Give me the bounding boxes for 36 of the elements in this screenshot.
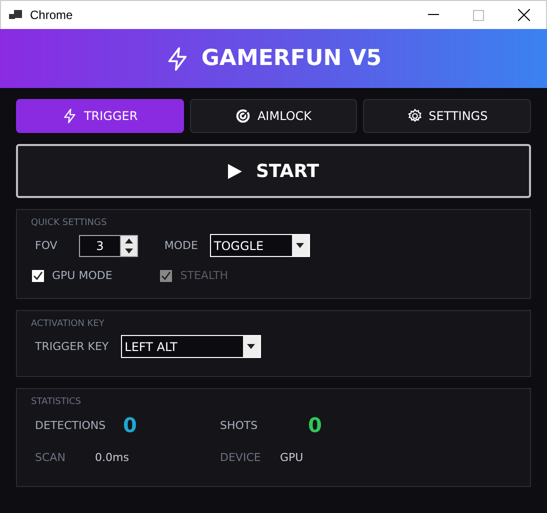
dropdown[interactable]: TOGGLE — [210, 234, 310, 257]
checkmark-icon — [161, 270, 172, 280]
checkmark-icon — [33, 270, 43, 280]
stat-label: DEVICE — [220, 451, 262, 464]
app-icon — [9, 9, 22, 21]
number-field[interactable]: 3 — [79, 234, 138, 256]
start-button[interactable]: START — [16, 144, 531, 198]
panel-title: STATISTICS — [31, 397, 82, 407]
stat-value: 0 — [123, 413, 137, 437]
stat-label: DETECTIONS — [35, 418, 107, 432]
caret-icon[interactable] — [296, 243, 304, 248]
tab[interactable]: TRIGGER — [16, 99, 184, 133]
dropdown[interactable]: LEFT ALT — [120, 335, 261, 358]
settings-icon — [406, 108, 423, 124]
tab[interactable]: AIMLOCK — [190, 99, 358, 133]
field-label: TRIGGER KEY — [35, 340, 109, 353]
lightning-icon — [62, 108, 78, 124]
stat-value: 0.0ms — [95, 451, 129, 464]
down-arrow-icon[interactable] — [124, 246, 133, 256]
stat-value: 0 — [308, 413, 322, 437]
stat-label: SCAN — [35, 451, 66, 464]
window-title: Chrome — [30, 8, 73, 22]
field-label: MODE — [164, 239, 198, 252]
panel-title: QUICK SETTINGS — [31, 218, 108, 228]
field-label: FOV — [35, 239, 58, 252]
stat-value: GPU — [280, 451, 304, 464]
panel-title: ACTIVATION KEY — [31, 319, 106, 329]
close-icon[interactable] — [518, 9, 530, 21]
target-icon — [235, 108, 252, 124]
app-title: GAMERFUN V5 — [201, 46, 382, 71]
caret-icon[interactable] — [247, 344, 256, 349]
play-icon — [228, 164, 242, 178]
minimize-icon[interactable] — [428, 14, 439, 16]
tab[interactable]: SETTINGS — [363, 99, 532, 133]
checkbox[interactable]: GPU MODE — [32, 269, 112, 282]
stat-label: SHOTS — [220, 418, 259, 432]
